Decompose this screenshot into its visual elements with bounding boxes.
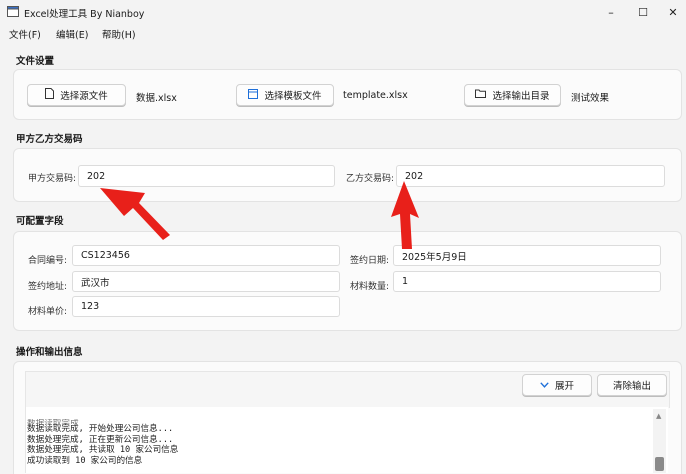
arrow-party-b [391, 181, 419, 249]
annotation-arrows [100, 181, 419, 249]
arrow-party-a [100, 188, 170, 240]
